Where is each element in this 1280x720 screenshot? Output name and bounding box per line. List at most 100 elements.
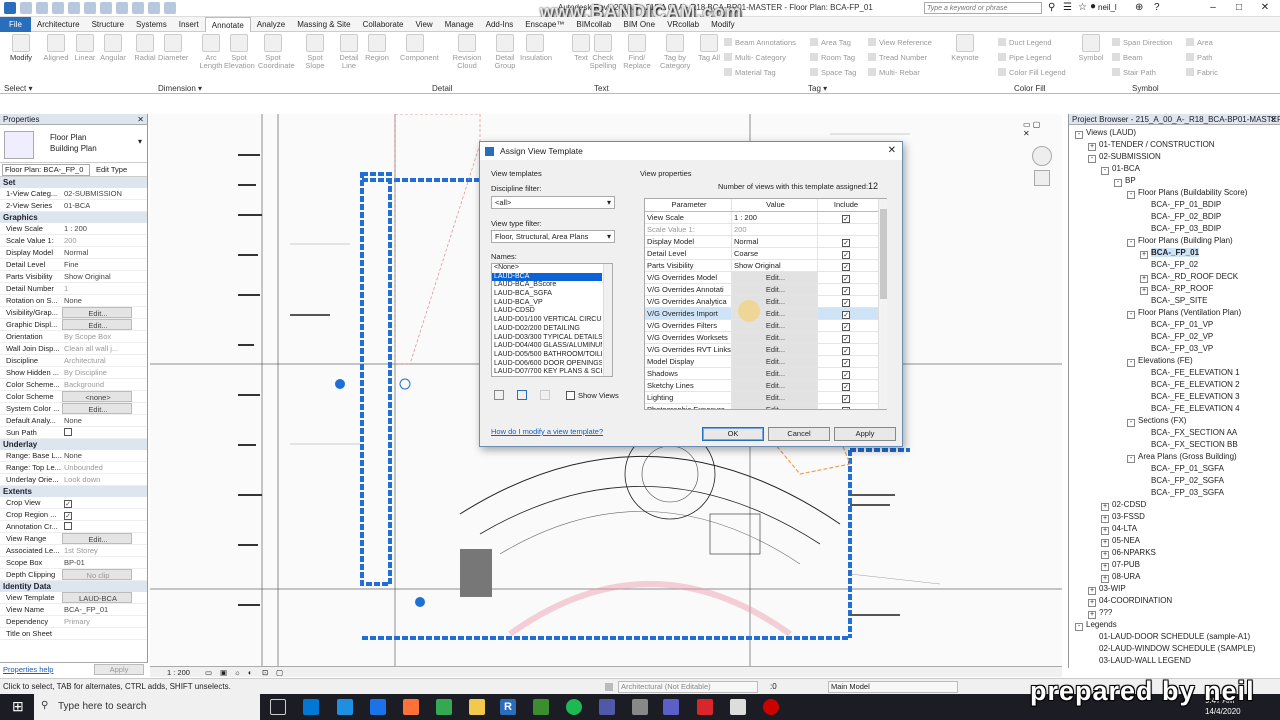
sync-icon[interactable] [52, 2, 64, 14]
tree-node[interactable]: +02-CDSD [1069, 499, 1280, 511]
small-tool-span-direction[interactable]: Span Direction [1112, 38, 1172, 47]
collapse-icon[interactable]: - [1114, 179, 1122, 187]
tree-node[interactable]: BCA-_FP_03_VP [1069, 343, 1280, 355]
property-checkbox[interactable] [62, 521, 132, 532]
ribbon-group-detail[interactable]: Detail [432, 84, 452, 93]
section-set[interactable]: Set [0, 177, 147, 188]
small-tool-space-tag[interactable]: Space Tag [810, 68, 856, 77]
include-checkbox[interactable]: ✓ [842, 275, 850, 283]
tab-modify[interactable]: Modify [705, 17, 741, 32]
small-tool-beam[interactable]: Beam [1112, 53, 1143, 62]
tool-insulation[interactable]: Insulation [520, 34, 552, 62]
close-icon[interactable]: ✕ [888, 142, 896, 160]
property-value[interactable]: <none> [62, 391, 132, 402]
tool-check-spelling[interactable]: Check Spelling [588, 34, 618, 70]
file-explorer-icon[interactable] [469, 699, 485, 715]
tool-find-replace[interactable]: Find/ Replace [622, 34, 652, 70]
template-name-item[interactable]: LAUD-D04/400 GLASS/ALUMINUM [492, 342, 602, 351]
tool-aligned[interactable]: Aligned [41, 34, 71, 62]
section-icon[interactable] [164, 2, 176, 14]
property-value[interactable]: BP-01 [62, 557, 132, 568]
user-icon[interactable]: ● [1090, 1, 1096, 12]
tool-diameter[interactable]: Diameter [158, 34, 188, 62]
template-name-item[interactable]: LAUD-D02/200 DETAILING [492, 325, 602, 334]
expand-icon[interactable]: + [1101, 539, 1109, 547]
checkbox-icon[interactable] [64, 428, 72, 436]
property-value[interactable]: By Discipline [62, 367, 132, 378]
include-checkbox[interactable]: ✓ [842, 299, 850, 307]
edit-button[interactable]: Edit... [732, 272, 818, 283]
ribbon-group-dimension[interactable]: Dimension ▾ [158, 84, 202, 93]
active-workset-select[interactable]: Architectural (Not Editable) [618, 681, 758, 693]
collapse-icon[interactable]: - [1127, 455, 1135, 463]
property-value[interactable]: Edit... [62, 403, 132, 414]
tree-node[interactable]: BCA-_FP_03_SGFA [1069, 487, 1280, 499]
edit-button[interactable]: Edit... [732, 344, 818, 355]
parameter-value[interactable]: Show Original [732, 260, 818, 271]
apply-button[interactable]: Apply [94, 664, 144, 675]
template-name-item[interactable]: LAUD-BCA_BScore [492, 281, 602, 290]
parameter-value[interactable]: Normal [732, 236, 818, 247]
tree-node[interactable]: BCA-_FP_01_SGFA [1069, 463, 1280, 475]
property-value[interactable]: BCA-_FP_01 [62, 604, 132, 615]
template-name-item[interactable]: LAUD-CDSD [492, 307, 602, 316]
collapse-icon[interactable]: - [1127, 239, 1135, 247]
detail-level-icon[interactable]: ▭ [205, 668, 212, 677]
section-extents[interactable]: Extents [0, 486, 147, 497]
minimize-button[interactable]: – [1200, 1, 1226, 15]
section-underlay[interactable]: Underlay [0, 439, 147, 450]
tree-node[interactable]: +03-WIP [1069, 583, 1280, 595]
ok-button[interactable]: OK [702, 427, 764, 441]
collapse-icon[interactable]: - [1075, 623, 1083, 631]
property-value[interactable]: Show Original [62, 271, 132, 282]
small-tool-view-reference[interactable]: View Reference [868, 38, 932, 47]
crop-region-icon[interactable]: ▢ [276, 668, 283, 677]
shadows-icon[interactable]: ◐ [248, 668, 253, 677]
collapse-icon[interactable]: - [1088, 155, 1096, 163]
template-name-item[interactable]: LAUD-D01/100 VERTICAL CIRCUL [492, 316, 602, 325]
revit-icon[interactable]: R [500, 699, 516, 715]
small-tool-fabric[interactable]: Fabric [1186, 68, 1218, 77]
tree-node[interactable]: - Floor Plans (Ventilation Plan) [1069, 307, 1280, 319]
text-icon[interactable] [132, 2, 144, 14]
small-tool-color-fill-legend[interactable]: Color Fill Legend [998, 68, 1066, 77]
property-value[interactable]: 02-SUBMISSION [62, 188, 132, 199]
edit-button[interactable]: Edit... [732, 332, 818, 343]
tree-node[interactable]: BCA-_FE_ELEVATION 3 [1069, 391, 1280, 403]
collapse-icon[interactable]: - [1101, 167, 1109, 175]
include-checkbox[interactable]: ✓ [842, 335, 850, 343]
expand-icon[interactable]: + [1140, 275, 1148, 283]
tree-node[interactable]: + BCA-_RP_ROOF [1069, 283, 1280, 295]
include-checkbox[interactable]: ✓ [842, 287, 850, 295]
edit-button[interactable]: Edit... [732, 404, 818, 409]
property-value[interactable]: None [62, 450, 132, 461]
redo-icon[interactable] [84, 2, 96, 14]
settings-icon[interactable] [632, 699, 648, 715]
property-value[interactable]: Edit... [62, 319, 132, 330]
small-tool-stair-path[interactable]: Stair Path [1112, 68, 1156, 77]
tool-radial[interactable]: Radial [130, 34, 160, 62]
tree-node[interactable]: BCA-_SP_SITE [1069, 295, 1280, 307]
tab-bimcollab[interactable]: BIMcollab [570, 17, 617, 32]
apply-button[interactable]: Apply [834, 427, 896, 441]
zoom-icon[interactable] [1034, 170, 1050, 186]
tree-node[interactable]: -01-BCA [1069, 163, 1280, 175]
tree-node[interactable]: +??? [1069, 607, 1280, 619]
tool-linear[interactable]: Linear [70, 34, 100, 62]
checkbox-icon[interactable] [64, 522, 72, 530]
tree-node[interactable]: +07-PUB [1069, 559, 1280, 571]
tree-node[interactable]: +06-NPARKS [1069, 547, 1280, 559]
tab-insert[interactable]: Insert [173, 17, 205, 32]
include-checkbox[interactable]: ✓ [842, 239, 850, 247]
property-value[interactable]: By Scope Box [62, 331, 132, 342]
visual-style-icon[interactable]: ▣ [220, 668, 227, 677]
user-name[interactable]: neil_l [1098, 3, 1117, 12]
tree-node[interactable]: 03-LAUD-WALL LEGEND [1069, 655, 1280, 667]
tool-angular[interactable]: Angular [98, 34, 128, 62]
tab-file[interactable]: File [0, 16, 31, 32]
tree-node[interactable]: - Sections (FX) [1069, 415, 1280, 427]
property-value[interactable]: 01-BCA [62, 200, 132, 211]
tree-node[interactable]: BCA-_FX_SECTION AA [1069, 427, 1280, 439]
edit-button[interactable]: Edit... [732, 392, 818, 403]
tree-node[interactable]: BCA-_FP_03_BDIP [1069, 223, 1280, 235]
